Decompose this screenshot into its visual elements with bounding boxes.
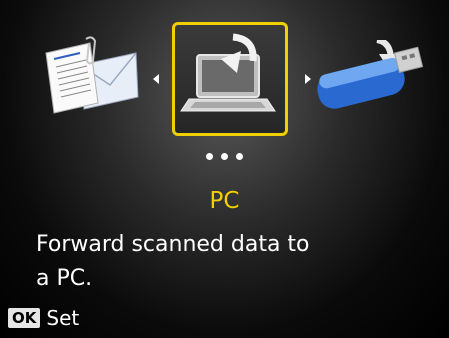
page-indicator-dot bbox=[221, 153, 228, 160]
laptop-pc-icon bbox=[180, 33, 276, 112]
description-line-2: a PC. bbox=[36, 266, 93, 291]
ok-button-icon[interactable]: OK bbox=[8, 308, 41, 328]
destination-description: Forward scanned data to a PC. bbox=[36, 228, 436, 296]
scan-destination-screen: PC Forward scanned data to a PC. OK Set bbox=[0, 0, 449, 338]
scroll-left-arrow-icon[interactable] bbox=[153, 74, 159, 84]
description-line-1: Forward scanned data to bbox=[36, 232, 310, 257]
usb-flash-drive-icon[interactable] bbox=[315, 37, 430, 112]
scroll-right-arrow-icon[interactable] bbox=[305, 74, 311, 84]
destination-title: PC bbox=[209, 188, 240, 214]
set-label: Set bbox=[46, 306, 80, 330]
footer-hint: OK Set bbox=[8, 306, 79, 330]
page-indicator bbox=[206, 153, 243, 160]
destination-carousel bbox=[0, 0, 449, 160]
page-indicator-dot bbox=[206, 153, 213, 160]
pc-destination-item[interactable] bbox=[172, 22, 288, 136]
document-envelope-icon[interactable] bbox=[40, 35, 140, 115]
page-indicator-dot bbox=[236, 153, 243, 160]
